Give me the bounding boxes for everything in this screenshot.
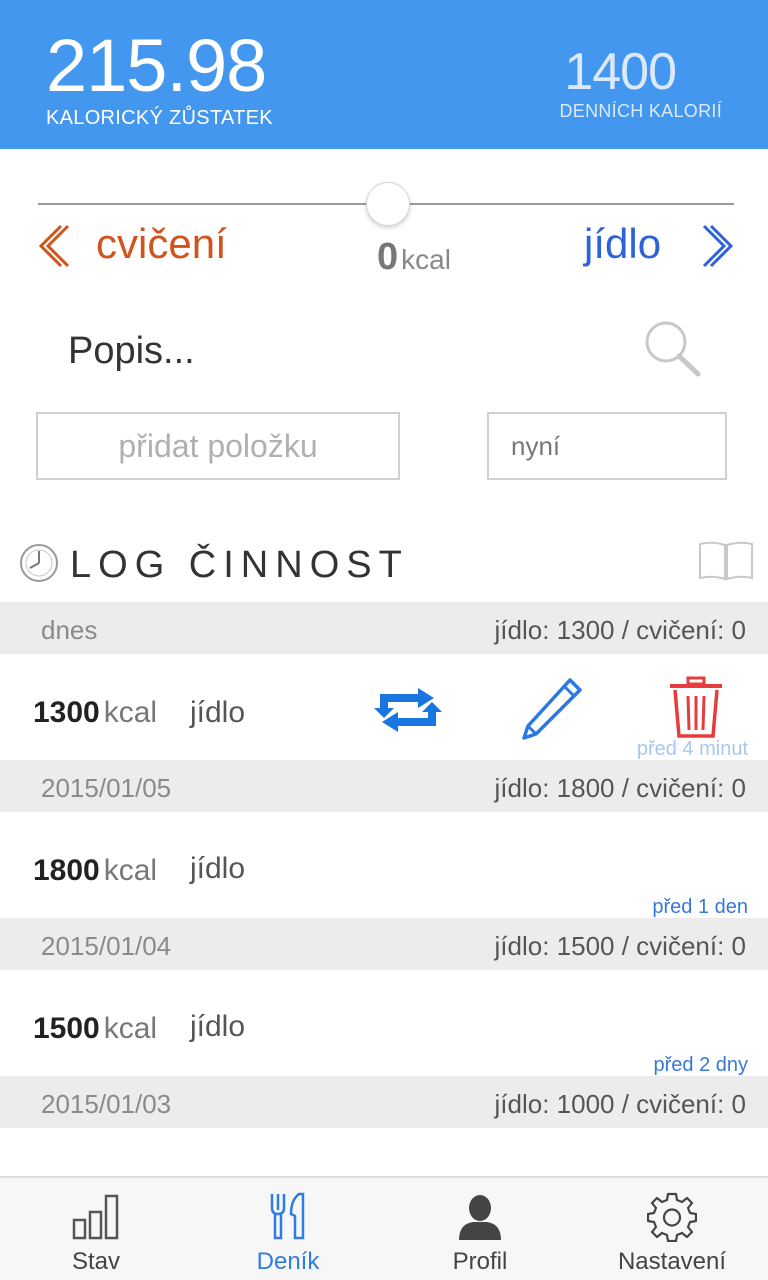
- log-entry-row[interactable]: 1800 kcal jídlo před 1 den: [0, 812, 768, 918]
- description-field[interactable]: Popis...: [68, 330, 195, 373]
- kcal-readout-value: 0: [377, 236, 399, 278]
- day-summary: jídlo: 1800 / cvičení: 0: [494, 773, 746, 803]
- entry-time-ago: před 4 minut: [636, 738, 748, 760]
- entry-type: jídlo: [190, 1010, 246, 1043]
- kcal-readout: 0 kcal: [300, 236, 528, 279]
- day-header: dnes jídlo: 1300 / cvičení: 0: [0, 602, 768, 654]
- daily-calories-label: DENNÍCH KALORIÍ: [559, 101, 722, 121]
- add-item-input[interactable]: přidat položku: [36, 412, 400, 480]
- day-header: 2015/01/05 jídlo: 1800 / cvičení: 0: [0, 760, 768, 812]
- nav-item-diary[interactable]: Deník: [192, 1178, 384, 1280]
- day-header: 2015/01/04 jídlo: 1500 / cvičení: 0: [0, 918, 768, 970]
- nav-label: Stav: [71, 1248, 121, 1275]
- bottom-navigation: Stav Deník Profil Nastavení: [0, 1176, 768, 1280]
- nav-item-settings[interactable]: Nastavení: [576, 1178, 768, 1280]
- entry-kcal-value: 1800: [33, 854, 100, 887]
- search-icon[interactable]: [642, 318, 702, 378]
- entry-time-ago: před 2 dny: [653, 1054, 748, 1076]
- day-date: 2015/01/03: [41, 1089, 172, 1119]
- time-input[interactable]: nyní: [487, 412, 727, 480]
- book-icon[interactable]: [698, 540, 754, 582]
- person-icon: [459, 1195, 501, 1240]
- bar-chart-icon: [72, 1194, 119, 1240]
- entry-kcal-value: 1300: [33, 696, 100, 729]
- repeat-icon[interactable]: [374, 686, 442, 734]
- kcal-slider-thumb[interactable]: [366, 182, 410, 226]
- activity-log-title: LOG ČINNOST: [70, 544, 409, 586]
- nav-label: Profil: [452, 1248, 508, 1275]
- exercise-mode-label[interactable]: cvičení: [96, 220, 227, 268]
- log-entry-row[interactable]: 1500 kcal jídlo před 2 dny: [0, 970, 768, 1076]
- day-date: 2015/01/05: [41, 773, 172, 803]
- calorie-balance-label: KALORICKÝ ZŮSTATEK: [46, 107, 273, 129]
- clock-icon: [20, 544, 58, 582]
- entry-type: jídlo: [190, 852, 246, 885]
- day-summary: jídlo: 1500 / cvičení: 0: [494, 931, 746, 961]
- kcal-readout-unit: kcal: [401, 244, 451, 275]
- day-summary: jídlo: 1000 / cvičení: 0: [494, 1089, 746, 1119]
- day-header: 2015/01/03 jídlo: 1000 / cvičení: 0: [0, 1076, 768, 1128]
- daily-calories-value: 1400: [564, 43, 677, 101]
- calorie-balance-value: 215.98: [46, 24, 267, 107]
- edit-icon[interactable]: [520, 676, 584, 742]
- entry-kcal: 1300 kcal: [33, 696, 157, 730]
- entry-time-ago: před 1 den: [652, 896, 748, 918]
- nav-label: Deník: [256, 1248, 320, 1275]
- food-mode-label[interactable]: jídlo: [584, 220, 661, 268]
- entry-kcal-value: 1500: [33, 1012, 100, 1045]
- nav-label: Nastavení: [617, 1248, 727, 1275]
- nav-item-profile[interactable]: Profil: [384, 1178, 576, 1280]
- log-entry-row[interactable]: [0, 1128, 768, 1176]
- balance-header: 215.98 KALORICKÝ ZŮSTATEK 1400 DENNÍCH K…: [0, 0, 768, 149]
- fork-knife-icon: [270, 1192, 305, 1240]
- entry-kcal-unit: kcal: [103, 696, 158, 729]
- day-summary: jídlo: 1300 / cvičení: 0: [494, 615, 746, 645]
- entry-kcal: 1800 kcal: [33, 854, 157, 888]
- day-date: dnes: [41, 615, 98, 645]
- nav-item-status[interactable]: Stav: [0, 1178, 192, 1280]
- gear-icon: [647, 1192, 697, 1242]
- entry-type: jídlo: [190, 696, 246, 729]
- chevron-left-icon[interactable]: [38, 224, 78, 268]
- day-date: 2015/01/04: [41, 931, 172, 961]
- trash-icon[interactable]: [668, 676, 724, 740]
- entry-kcal-unit: kcal: [103, 854, 158, 887]
- entry-kcal-unit: kcal: [103, 1012, 158, 1045]
- chevron-right-icon[interactable]: [694, 224, 734, 268]
- entry-kcal: 1500 kcal: [33, 1012, 157, 1046]
